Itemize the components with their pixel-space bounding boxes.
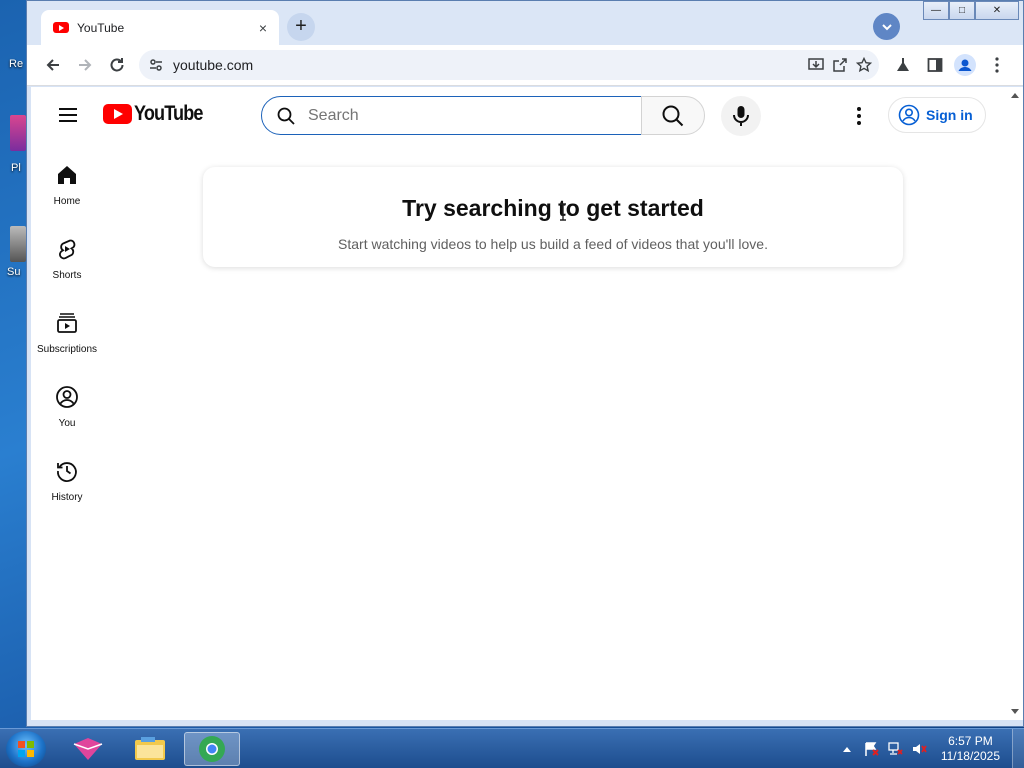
window-controls: — □ ✕	[923, 1, 1019, 20]
search-icon	[277, 107, 295, 125]
guide-item-home[interactable]: Home	[31, 153, 103, 213]
address-bar[interactable]: youtube.com	[139, 50, 879, 80]
taskbar-app-paint[interactable]	[60, 732, 116, 766]
action-center-flag-icon[interactable]	[863, 741, 879, 757]
youtube-page: YouTube Sign in Home Shorts	[31, 87, 1007, 720]
labs-button[interactable]	[891, 53, 915, 77]
desktop-icon[interactable]	[10, 226, 26, 262]
settings-more-button[interactable]	[849, 104, 869, 128]
back-icon	[46, 59, 59, 71]
microphone-icon	[733, 106, 749, 126]
browser-menu-button[interactable]	[985, 53, 1009, 77]
voice-search-button[interactable]	[721, 96, 761, 136]
taskbar-app-explorer[interactable]	[122, 732, 178, 766]
home-icon	[58, 166, 76, 184]
tab-youtube[interactable]: YouTube ×	[41, 10, 279, 45]
you-icon	[56, 386, 78, 408]
clock-date: 11/18/2025	[940, 749, 1000, 763]
show-desktop-button[interactable]	[1012, 729, 1024, 768]
text-cursor-icon	[560, 203, 566, 221]
system-tray: 6:57 PM 11/18/2025	[835, 729, 1024, 768]
search-button[interactable]	[641, 96, 705, 135]
guide-item-label: Home	[53, 196, 81, 207]
minimize-button[interactable]: —	[923, 1, 949, 20]
youtube-logo-text: YouTube	[134, 102, 203, 125]
search-box[interactable]	[261, 96, 642, 135]
youtube-favicon-icon	[53, 22, 69, 33]
address-bar-actions	[807, 56, 873, 74]
prompt-subtitle: Start watching videos to help us build a…	[338, 236, 768, 252]
tab-close-icon[interactable]: ×	[255, 20, 271, 36]
system-clock[interactable]: 6:57 PM 11/18/2025	[941, 734, 1000, 764]
subscriptions-icon	[57, 313, 77, 333]
guide-item-you[interactable]: You	[31, 375, 103, 435]
labs-icon	[897, 58, 909, 71]
page-scrollbar[interactable]	[1007, 87, 1023, 720]
scroll-down-icon[interactable]	[1011, 709, 1019, 714]
browser-titlebar: YouTube × + — □ ✕	[27, 1, 1023, 45]
site-info-icon[interactable]	[149, 58, 163, 72]
network-icon[interactable]	[887, 741, 903, 757]
windows-logo-icon	[18, 741, 34, 757]
taskbar: 6:57 PM 11/18/2025	[0, 728, 1024, 768]
more-vert-icon	[857, 107, 861, 111]
sign-in-button[interactable]: Sign in	[888, 97, 986, 133]
chevron-down-icon	[881, 23, 892, 30]
hamburger-icon	[59, 108, 77, 110]
history-icon	[57, 462, 77, 482]
reload-icon	[110, 58, 124, 72]
volume-muted-icon[interactable]	[911, 741, 927, 757]
paint-app-icon	[73, 738, 103, 760]
clock-time: 6:57 PM	[948, 734, 993, 748]
side-panel-icon	[927, 58, 943, 72]
browser-toolbar: youtube.com	[27, 45, 1023, 86]
empty-feed-prompt: Try searching to get started Start watch…	[203, 167, 903, 267]
share-icon[interactable]	[831, 56, 849, 74]
youtube-logo[interactable]: YouTube	[103, 102, 214, 126]
guide-menu-button[interactable]	[53, 103, 83, 127]
guide-item-history[interactable]: History	[31, 449, 103, 509]
side-panel-button[interactable]	[923, 53, 947, 77]
guide-item-label: Shorts	[52, 270, 82, 281]
taskbar-app-browser[interactable]	[184, 732, 240, 766]
scroll-up-icon[interactable]	[1011, 93, 1019, 98]
reload-button[interactable]	[105, 53, 129, 77]
maximize-button[interactable]: □	[949, 1, 975, 20]
prompt-title: Try searching to get started	[402, 195, 704, 221]
close-window-button[interactable]: ✕	[975, 1, 1019, 20]
shorts-icon	[59, 239, 76, 260]
show-hidden-icons-icon[interactable]	[839, 741, 855, 757]
start-button[interactable]	[6, 731, 46, 767]
profile-button[interactable]	[953, 53, 977, 77]
guide-item-label: You	[58, 418, 76, 429]
forward-button[interactable]	[73, 53, 97, 77]
profile-icon	[954, 54, 976, 76]
guide-item-label: History	[51, 492, 83, 503]
guide-item-shorts[interactable]: Shorts	[31, 227, 103, 287]
new-tab-button[interactable]: +	[287, 13, 315, 41]
guide-item-label: Subscriptions	[36, 344, 98, 355]
search-input[interactable]	[308, 106, 618, 125]
search-icon	[662, 105, 684, 126]
file-explorer-icon	[135, 737, 165, 760]
bookmark-star-icon[interactable]	[855, 56, 873, 74]
forward-icon	[79, 59, 92, 71]
tab-title: YouTube	[77, 20, 125, 35]
guide-item-subscriptions[interactable]: Subscriptions	[31, 301, 103, 361]
url-text[interactable]: youtube.com	[173, 57, 253, 73]
sign-in-label: Sign in	[926, 107, 973, 123]
browser-app-icon	[199, 736, 225, 762]
install-app-icon[interactable]	[807, 56, 825, 74]
youtube-play-icon	[103, 104, 132, 124]
account-circle-icon	[898, 104, 920, 126]
menu-kebab-icon	[995, 57, 999, 73]
desktop-icon[interactable]	[10, 115, 26, 151]
tab-search-button[interactable]	[873, 13, 900, 40]
browser-window: YouTube × + — □ ✕ youtube.com YouTube Se…	[26, 0, 1024, 727]
back-button[interactable]	[41, 53, 65, 77]
